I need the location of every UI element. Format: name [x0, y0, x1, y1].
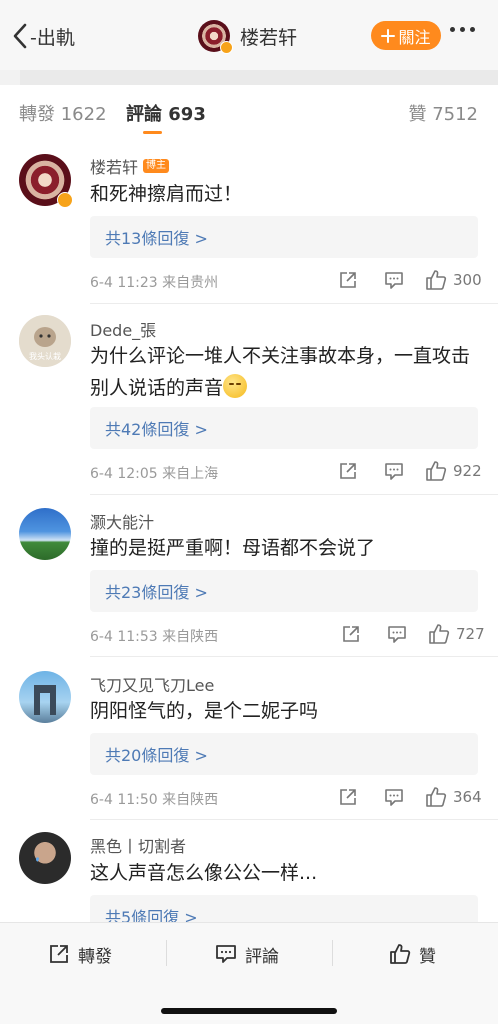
divider	[90, 494, 498, 495]
comment-item: 黑色丨切割者 这人声音怎么像公公一样... 共5條回復 >	[0, 830, 498, 922]
verified-badge-icon	[57, 192, 73, 208]
tab-likes[interactable]: 贊 7512	[408, 100, 478, 126]
like-icon	[390, 944, 411, 964]
repost-button[interactable]: 轉發	[48, 939, 112, 969]
comment-icon[interactable]	[383, 460, 405, 482]
avatar	[198, 20, 233, 54]
comment-button[interactable]: 評論	[215, 939, 279, 969]
comment-meta: 6-4 11:23 来自贵州	[90, 275, 219, 291]
comment-icon[interactable]	[383, 786, 405, 808]
like-button[interactable]: 贊	[389, 939, 436, 969]
comment-author[interactable]: Dede_張	[90, 317, 156, 341]
like-count: 300	[453, 271, 482, 289]
like-count: 364	[453, 788, 482, 806]
comment-meta: 6-4 11:50 来自陕西	[90, 792, 219, 808]
comment-item: 灏大能汁 撞的是挺严重啊！母语都不会说了 共23條回復 > 6-4 11:53 …	[0, 505, 498, 655]
share-icon[interactable]	[337, 460, 359, 482]
comment-icon[interactable]	[383, 269, 405, 291]
divider	[332, 940, 333, 966]
like-count: 922	[453, 462, 482, 480]
divider	[90, 819, 498, 820]
comment-text: 撞的是挺严重啊！母语都不会说了	[90, 537, 376, 559]
comment-author[interactable]: 楼若轩 博主	[90, 154, 170, 178]
comment-icon	[216, 945, 236, 963]
comment-author[interactable]: 飞刀又见飞刀Lee	[90, 672, 214, 696]
comment-meta: 6-4 12:05 来自上海	[90, 466, 219, 482]
comment-meta: 6-4 11:53 来自陕西	[90, 629, 219, 645]
avatar[interactable]	[19, 671, 71, 723]
share-icon[interactable]	[337, 269, 359, 291]
divider	[166, 940, 167, 966]
post-author[interactable]: 楼若轩	[198, 18, 297, 54]
like-icon[interactable]	[425, 269, 447, 291]
share-icon[interactable]	[337, 786, 359, 808]
avatar[interactable]	[19, 832, 71, 884]
comment-text: 阴阳怪气的，是个二妮子吗	[90, 700, 319, 722]
like-label: 贊	[419, 946, 436, 967]
author-tag: 博主	[143, 159, 170, 173]
tab-reposts[interactable]: 轉發 1622	[19, 100, 107, 126]
back-button[interactable]: -出軌	[12, 21, 75, 51]
author-name: 黑色丨切割者	[90, 837, 187, 856]
avatar[interactable]: 我头认栽	[19, 315, 71, 367]
view-replies-button[interactable]: 共42條回復 >	[90, 407, 478, 449]
tab-comments[interactable]: 評論 693	[126, 100, 206, 126]
verified-badge-icon	[220, 41, 233, 54]
share-icon[interactable]	[340, 623, 362, 645]
home-indicator[interactable]	[161, 1008, 337, 1014]
sleepy-emoji-icon	[223, 374, 248, 398]
chevron-left-icon	[13, 23, 27, 49]
comment-author[interactable]: 黑色丨切割者	[90, 833, 186, 857]
comment-author[interactable]: 灏大能汁	[90, 509, 154, 533]
more-options-icon[interactable]	[450, 27, 475, 32]
comment-label: 評論	[245, 946, 279, 967]
author-name: 飞刀又见飞刀Lee	[90, 676, 215, 695]
view-replies-button[interactable]: 共13條回復 >	[90, 216, 478, 258]
follow-button[interactable]: 關注	[371, 21, 441, 50]
comment-item: 我头认栽 Dede_張 为什么评论一堆人不关注事故本身，一直攻击别人说话的声音 …	[0, 312, 498, 492]
section-divider	[0, 70, 498, 85]
comment-text-body: 为什么评论一堆人不关注事故本身，一直攻击别人说话的声音	[90, 345, 471, 399]
author-name: 楼若轩	[240, 26, 298, 49]
like-count: 727	[456, 625, 485, 643]
author-name: 灏大能汁	[90, 513, 155, 532]
avatar-caption: 我头认栽	[29, 352, 61, 361]
like-icon[interactable]	[428, 623, 450, 645]
author-name: 楼若轩	[90, 158, 139, 177]
divider	[90, 303, 498, 304]
share-icon	[50, 945, 68, 963]
comment-text: 和死神擦肩而过！	[90, 183, 243, 205]
comment-actions: 364	[337, 786, 482, 808]
avatar[interactable]	[19, 508, 71, 560]
comment-text: 这人声音怎么像公公一样...	[90, 862, 318, 884]
back-label: -出軌	[30, 26, 75, 49]
comment-actions: 727	[340, 623, 485, 645]
divider	[90, 656, 498, 657]
comment-item: 飞刀又见飞刀Lee 阴阳怪气的，是个二妮子吗 共20條回復 > 6-4 11:5…	[0, 668, 498, 818]
comment-icon[interactable]	[386, 623, 408, 645]
like-icon[interactable]	[425, 460, 447, 482]
comment-actions: 922	[337, 460, 482, 482]
view-replies-button[interactable]: 共20條回復 >	[90, 733, 478, 775]
tab-bar: 轉發 1622 評論 693 贊 7512	[0, 85, 498, 141]
repost-label: 轉發	[78, 946, 112, 967]
plus-icon	[381, 28, 396, 43]
author-name: Dede_張	[90, 321, 157, 340]
comment-actions: 300	[337, 269, 482, 291]
like-icon[interactable]	[425, 786, 447, 808]
follow-label: 關注	[398, 27, 431, 47]
top-nav: -出軌 楼若轩 關注	[0, 0, 498, 70]
view-replies-button[interactable]: 共23條回復 >	[90, 570, 478, 612]
view-replies-button[interactable]: 共5條回復 >	[90, 895, 478, 922]
bottom-action-bar: 轉發 評論 贊	[0, 922, 498, 1024]
active-tab-indicator	[143, 131, 162, 134]
comment-text: 为什么评论一堆人不关注事故本身，一直攻击别人说话的声音	[90, 340, 475, 404]
comment-item: 楼若轩 博主 和死神擦肩而过！ 共13條回復 > 6-4 11:23 来自贵州 …	[0, 148, 498, 308]
